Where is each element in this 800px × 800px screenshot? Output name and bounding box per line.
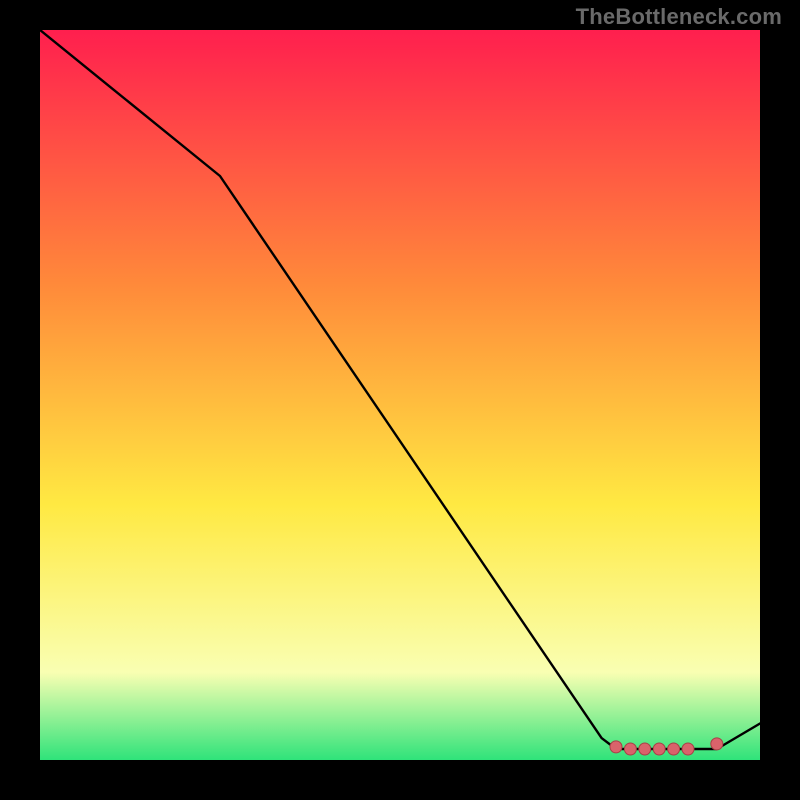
marker-flat-a (624, 743, 636, 755)
marker-upturn-point (711, 738, 723, 750)
watermark-text: TheBottleneck.com (576, 4, 782, 30)
marker-flat-d (668, 743, 680, 755)
marker-flat-e (682, 743, 694, 755)
gradient-background (40, 30, 760, 760)
marker-flat-start (610, 741, 622, 753)
marker-flat-b (639, 743, 651, 755)
chart-svg (40, 30, 760, 760)
chart-frame: TheBottleneck.com (0, 0, 800, 800)
plot-area (40, 30, 760, 760)
marker-flat-c (653, 743, 665, 755)
